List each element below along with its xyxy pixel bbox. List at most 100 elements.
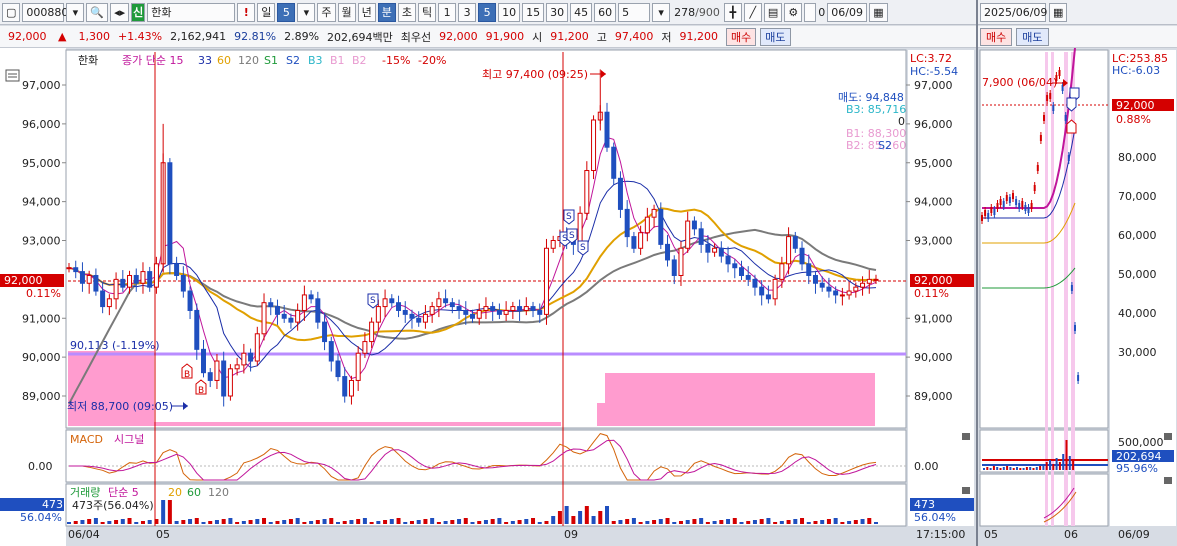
side-calendar-icon[interactable]: ▦ [1049, 2, 1068, 22]
candle-body [409, 313, 415, 319]
side-price-pane[interactable] [979, 49, 1109, 429]
save-icon[interactable]: ▤ [763, 2, 783, 22]
trade-amount: 202,694백만 [327, 30, 393, 44]
minute-5-button[interactable]: 5 [478, 2, 497, 22]
candle-body [355, 352, 361, 381]
side-candle-body [1036, 165, 1039, 171]
candle-body [604, 111, 610, 148]
draw-tool-icon[interactable]: ╱ [743, 2, 762, 22]
side-volume-bar [1012, 468, 1015, 470]
search-icon[interactable]: 🔍 [86, 2, 109, 22]
candle-body [281, 313, 287, 319]
side-sell-button[interactable]: 매도 [1016, 27, 1049, 46]
side-candle-body [1049, 93, 1052, 99]
side-candle-body [993, 209, 996, 215]
side-vol-close-icon[interactable] [1164, 433, 1172, 440]
volume-bar [362, 518, 367, 524]
volume-bar [820, 520, 825, 524]
low-annotation: 최저 88,700 (09:05) [67, 400, 173, 413]
side-buy-button[interactable]: 매수 [980, 27, 1013, 46]
side-ind-pane[interactable] [979, 473, 1109, 527]
buy-button[interactable]: 매수 [726, 27, 757, 46]
period-tick-button[interactable]: 틱 [418, 2, 437, 22]
sync-checkbox[interactable] [804, 2, 817, 22]
candle-body [833, 290, 839, 296]
candle-body [819, 282, 825, 288]
volume-bar [732, 518, 737, 524]
minute-10-button[interactable]: 10 [498, 2, 521, 22]
period-year-button[interactable]: 년 [357, 2, 376, 22]
stock-name-field[interactable]: 한화 [147, 2, 236, 22]
candle-icon[interactable]: ╋ [723, 2, 742, 22]
candle-body [550, 240, 556, 249]
side-date-input[interactable]: 2025/06/09 [980, 2, 1047, 22]
candle-body [725, 255, 731, 265]
candle-body [214, 360, 220, 381]
volume-bar [93, 518, 98, 524]
side-chart[interactable]: 80,000 70,000 60,000 50,000 40,000 30,000 7,9… [978, 48, 1177, 546]
candle-body [490, 306, 496, 311]
minute-60-button[interactable]: 60 [594, 2, 617, 22]
alert-button[interactable]: ! [237, 2, 256, 22]
volume-bar [847, 521, 852, 524]
macd-pane[interactable] [65, 429, 907, 483]
candle-body [496, 309, 502, 315]
volume-bar [295, 518, 300, 524]
dropdown-arrow-icon[interactable]: ▾ [66, 2, 85, 22]
period-week-button[interactable]: 주 [317, 2, 336, 22]
side-axis-tick: 80,000 [1118, 151, 1157, 164]
minute-15-button[interactable]: 15 [522, 2, 545, 22]
period-dropdown-icon[interactable]: ▾ [297, 2, 316, 22]
period-day-button[interactable]: 일 [257, 2, 276, 22]
side-candle-body [1018, 203, 1021, 209]
period-minute-button[interactable]: 분 [377, 2, 396, 22]
side-candle-body [1021, 201, 1024, 207]
minute-45-button[interactable]: 45 [570, 2, 593, 22]
count-dropdown-icon[interactable]: ▾ [652, 2, 671, 22]
minute-1-button[interactable]: 1 [438, 2, 457, 22]
main-chart[interactable]: 97,000 96,000 95,000 94,000 93,000 91,000 90,0… [0, 48, 976, 546]
left-axis-tick: 91,000 [22, 312, 61, 325]
minute-3-button[interactable]: 3 [458, 2, 477, 22]
macd-close-icon[interactable] [962, 433, 970, 440]
count-input[interactable]: 5 [618, 2, 651, 22]
speaker-icon[interactable]: ◂▸ [110, 2, 130, 22]
side-volume-bar [1025, 467, 1028, 470]
volume-bar [692, 519, 697, 524]
volume-bar [571, 516, 576, 524]
candle-body [362, 341, 368, 354]
volume-bar [275, 521, 280, 524]
sell-button[interactable]: 매도 [760, 27, 791, 46]
candle-body [106, 298, 112, 308]
bid-price: 91,900 [485, 30, 525, 43]
volume-bar [436, 522, 441, 524]
side-volume-bar [999, 468, 1002, 470]
period-num-select[interactable]: 5 [277, 2, 296, 22]
high-price: 97,400 [614, 30, 654, 43]
macd-zero-left: 0.00 [28, 460, 53, 473]
gear-icon[interactable]: ⚙ [784, 2, 803, 22]
window-icon[interactable]: ▢ [2, 2, 21, 22]
candle-body [617, 177, 623, 210]
pink-zone-left [68, 351, 154, 426]
candle-body [644, 216, 650, 234]
side-candle-body [1002, 201, 1005, 207]
side-candle-body [1024, 205, 1027, 211]
low-price: 91,200 [679, 30, 719, 43]
volume-close-icon[interactable] [962, 487, 970, 494]
volume-ma120: 120 [208, 486, 229, 499]
candle-body [140, 271, 146, 284]
period-second-button[interactable]: 초 [397, 2, 417, 22]
candle-body [530, 306, 536, 311]
period-month-button[interactable]: 월 [337, 2, 356, 22]
side-candle-body [1005, 195, 1008, 201]
date-input[interactable]: 06/09 [827, 2, 868, 22]
candle-body [510, 306, 516, 311]
side-volume-bar [1042, 464, 1045, 470]
side-candle-body [1074, 325, 1076, 331]
candle-body [201, 348, 206, 374]
side-ind-close-icon[interactable] [1164, 477, 1172, 484]
calendar-icon[interactable]: ▦ [869, 2, 888, 22]
stock-code-input[interactable]: 000880 [22, 2, 68, 22]
minute-30-button[interactable]: 30 [546, 2, 569, 22]
